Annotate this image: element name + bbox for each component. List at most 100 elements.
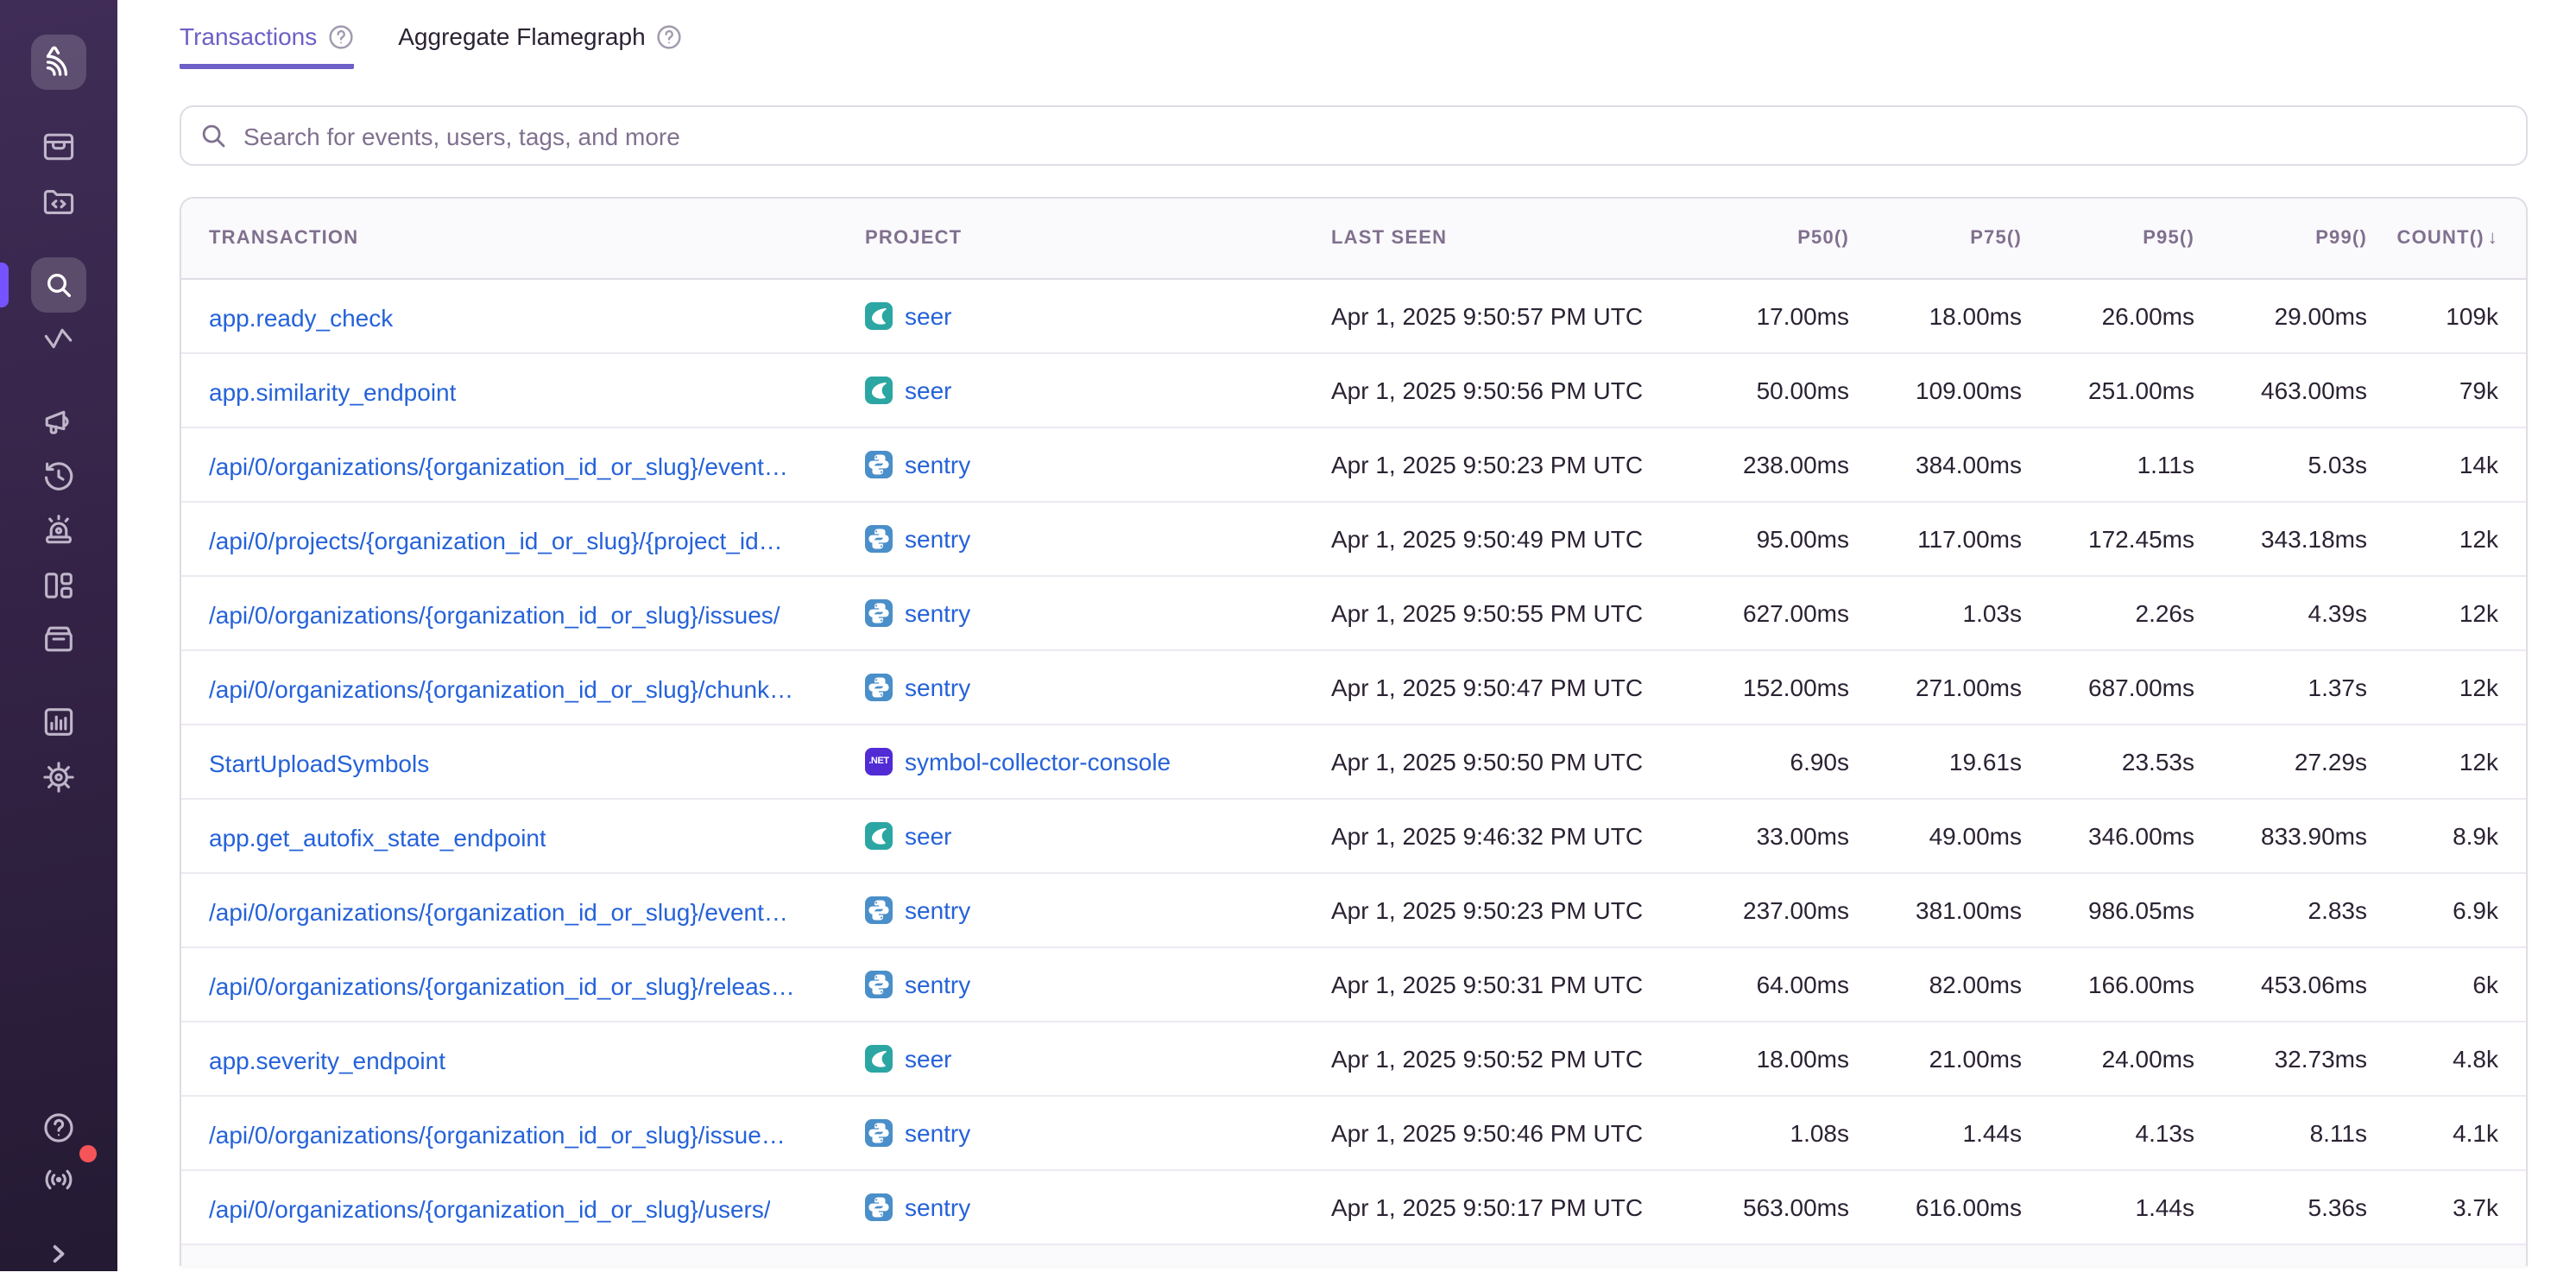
- tab-aggregate-flamegraph-label: Aggregate Flamegraph: [398, 22, 645, 50]
- python-project-icon: [865, 896, 893, 924]
- last-seen-cell: Apr 1, 2025 9:50:56 PM UTC: [1331, 377, 1676, 404]
- project-link[interactable]: seer: [905, 377, 951, 404]
- p50-cell: 50.00ms: [1676, 377, 1849, 404]
- project-link[interactable]: seer: [905, 1045, 951, 1073]
- sort-desc-icon: ↓: [2488, 228, 2498, 249]
- archive-box-icon: [40, 620, 78, 658]
- tab-aggregate-flamegraph[interactable]: Aggregate Flamegraph: [398, 22, 681, 69]
- search-bar: [180, 105, 2528, 166]
- project-link[interactable]: sentry: [905, 971, 970, 998]
- project-link[interactable]: sentry: [905, 599, 970, 627]
- p75-cell: 49.00ms: [1849, 822, 2022, 850]
- transaction-link[interactable]: /api/0/organizations/{organization_id_or…: [209, 452, 788, 479]
- p95-cell: 1.44s: [2022, 1193, 2194, 1221]
- history-clock-icon: [40, 458, 78, 496]
- p99-cell: 5.36s: [2194, 1193, 2367, 1221]
- project-link[interactable]: sentry: [905, 674, 970, 701]
- p75-cell: 19.61s: [1849, 748, 2022, 775]
- table-row: app.similarity_endpoint seer Apr 1, 2025…: [181, 354, 2526, 428]
- transaction-link[interactable]: /api/0/organizations/{organization_id_or…: [209, 600, 780, 628]
- project-link[interactable]: sentry: [905, 1119, 970, 1147]
- sentry-logo[interactable]: [31, 35, 86, 90]
- transaction-link[interactable]: app.similarity_endpoint: [209, 377, 456, 405]
- transaction-link[interactable]: /api/0/organizations/{organization_id_or…: [209, 972, 795, 999]
- seer-project-icon: [865, 302, 893, 330]
- search-input[interactable]: [240, 120, 2507, 151]
- transaction-link[interactable]: app.get_autofix_state_endpoint: [209, 823, 546, 851]
- transaction-link[interactable]: /api/0/organizations/{organization_id_or…: [209, 1120, 786, 1148]
- tab-transactions[interactable]: Transactions: [180, 22, 353, 69]
- p99-cell: 453.06ms: [2194, 971, 2367, 998]
- sidebar-item-search-active[interactable]: [31, 257, 86, 313]
- project-link[interactable]: seer: [905, 822, 951, 850]
- last-seen-cell: Apr 1, 2025 9:50:23 PM UTC: [1331, 896, 1676, 924]
- sidebar-item-releases[interactable]: [28, 608, 90, 670]
- column-header-p75[interactable]: P75(): [1849, 228, 2022, 249]
- column-header-project[interactable]: PROJECT: [865, 228, 1331, 249]
- inbox-icon: [40, 128, 78, 166]
- transaction-link[interactable]: /api/0/organizations/{organization_id_or…: [209, 897, 788, 925]
- table-body: app.ready_check seer Apr 1, 2025 9:50:57…: [181, 280, 2526, 1245]
- transaction-link[interactable]: /api/0/organizations/{organization_id_or…: [209, 1194, 771, 1222]
- p75-cell: 384.00ms: [1849, 451, 2022, 478]
- column-header-count[interactable]: COUNT()↓: [2367, 228, 2498, 249]
- sentry-logo-icon: [41, 45, 76, 79]
- sidebar-item-whats-new[interactable]: [28, 1149, 90, 1211]
- column-header-transaction[interactable]: TRANSACTION: [209, 228, 865, 249]
- count-cell: 4.8k: [2367, 1045, 2498, 1073]
- sidebar-item-stats[interactable]: [28, 691, 90, 753]
- count-cell: 12k: [2367, 748, 2498, 775]
- seer-project-icon: [865, 1045, 893, 1073]
- question-circle-icon[interactable]: [327, 23, 353, 49]
- project-link[interactable]: sentry: [905, 451, 970, 478]
- transaction-link[interactable]: app.ready_check: [209, 303, 393, 331]
- column-header-p95[interactable]: P95(): [2022, 228, 2194, 249]
- bar-chart-icon: [40, 703, 78, 741]
- p99-cell: 2.83s: [2194, 896, 2367, 924]
- p50-cell: 627.00ms: [1676, 599, 1849, 627]
- last-seen-cell: Apr 1, 2025 9:50:55 PM UTC: [1331, 599, 1676, 627]
- p95-cell: 4.13s: [2022, 1119, 2194, 1147]
- column-header-last-seen[interactable]: LAST SEEN: [1331, 228, 1676, 249]
- main-content: Transactions Aggregate Flamegraph: [117, 0, 2576, 1271]
- project-link[interactable]: sentry: [905, 525, 970, 553]
- column-header-p99[interactable]: P99(): [2194, 228, 2367, 249]
- project-link[interactable]: symbol-collector-console: [905, 748, 1171, 775]
- count-cell: 12k: [2367, 599, 2498, 627]
- project-link[interactable]: seer: [905, 302, 951, 330]
- sidebar-item-alerts[interactable]: [28, 499, 90, 561]
- sidebar-item-issues[interactable]: [28, 116, 90, 178]
- python-project-icon: [865, 451, 893, 478]
- sidebar-item-megaphone[interactable]: [28, 390, 90, 453]
- p75-cell: 271.00ms: [1849, 674, 2022, 701]
- table-row: /api/0/organizations/{organization_id_or…: [181, 651, 2526, 725]
- transaction-link[interactable]: /api/0/projects/{organization_id_or_slug…: [209, 526, 783, 554]
- p99-cell: 1.37s: [2194, 674, 2367, 701]
- table-row: StartUploadSymbols .NET symbol-collector…: [181, 725, 2526, 800]
- notification-badge: [79, 1145, 97, 1162]
- sidebar-item-explore[interactable]: [28, 171, 90, 233]
- count-cell: 12k: [2367, 674, 2498, 701]
- last-seen-cell: Apr 1, 2025 9:50:31 PM UTC: [1331, 971, 1676, 998]
- transaction-link[interactable]: StartUploadSymbols: [209, 749, 429, 776]
- sidebar-item-settings[interactable]: [28, 746, 90, 808]
- column-header-p50[interactable]: P50(): [1676, 228, 1849, 249]
- project-link[interactable]: sentry: [905, 896, 970, 924]
- search-icon: [200, 123, 226, 149]
- table-row: /api/0/organizations/{organization_id_or…: [181, 428, 2526, 503]
- last-seen-cell: Apr 1, 2025 9:50:50 PM UTC: [1331, 748, 1676, 775]
- p95-cell: 166.00ms: [2022, 971, 2194, 998]
- sidebar-collapse-button[interactable]: [28, 1223, 90, 1285]
- p95-cell: 172.45ms: [2022, 525, 2194, 553]
- last-seen-cell: Apr 1, 2025 9:50:52 PM UTC: [1331, 1045, 1676, 1073]
- question-circle-icon[interactable]: [656, 23, 682, 49]
- last-seen-cell: Apr 1, 2025 9:50:17 PM UTC: [1331, 1193, 1676, 1221]
- p99-cell: 4.39s: [2194, 599, 2367, 627]
- transaction-link[interactable]: app.severity_endpoint: [209, 1046, 445, 1073]
- siren-icon: [40, 511, 78, 549]
- transaction-link[interactable]: /api/0/organizations/{organization_id_or…: [209, 674, 793, 702]
- count-cell: 4.1k: [2367, 1119, 2498, 1147]
- project-link[interactable]: sentry: [905, 1193, 970, 1221]
- sidebar-item-traces[interactable]: [28, 309, 90, 371]
- tab-bar: Transactions Aggregate Flamegraph: [117, 0, 2576, 69]
